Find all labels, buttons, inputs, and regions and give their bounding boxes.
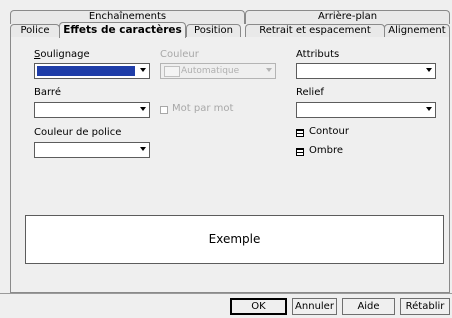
tab-position[interactable]: Position — [186, 24, 241, 37]
preview-text: Exemple — [208, 232, 261, 246]
preview-box: Exemple — [25, 215, 444, 264]
underline-color-value: Automatique — [181, 66, 240, 76]
chevron-down-icon — [140, 107, 146, 111]
tab-arriere-plan[interactable]: Arrière-plan — [245, 10, 450, 24]
font-color-select[interactable] — [34, 142, 150, 158]
relief-label: Relief — [296, 87, 324, 98]
help-button[interactable]: Aide — [342, 298, 395, 315]
underline-selected-value — [37, 66, 135, 76]
bottom-separator — [0, 293, 452, 294]
chevron-down-icon — [426, 107, 432, 111]
tab-alignement[interactable]: Alignement — [384, 24, 450, 37]
shadow-label: Ombre — [309, 145, 344, 156]
strikethrough-label: Barré — [34, 87, 61, 98]
strikethrough-select[interactable] — [34, 102, 150, 118]
chevron-down-icon — [266, 68, 272, 72]
underline-label: Soulignage — [34, 49, 90, 60]
tab-police[interactable]: Police — [10, 24, 60, 37]
relief-select[interactable] — [296, 102, 436, 118]
tab-effets-de-caracteres[interactable]: Effets de caractères — [59, 22, 186, 38]
reset-button[interactable]: Rétablir — [400, 298, 450, 315]
ok-button[interactable]: OK — [230, 298, 287, 315]
tab-retrait-et-espacement[interactable]: Retrait et espacement — [245, 24, 385, 37]
cancel-button[interactable]: Annuler — [292, 298, 337, 315]
word-by-word-label: Mot par mot — [172, 103, 234, 114]
chevron-down-icon — [140, 68, 146, 72]
underline-select[interactable] — [34, 63, 150, 79]
word-by-word-checkbox[interactable] — [160, 106, 168, 114]
contour-checkbox[interactable] — [296, 129, 304, 137]
shadow-checkbox[interactable] — [296, 148, 304, 156]
attributes-label: Attributs — [296, 49, 340, 60]
color-swatch — [164, 66, 180, 77]
underline-color-label: Couleur — [160, 49, 199, 60]
chevron-down-icon — [140, 147, 146, 151]
chevron-down-icon — [426, 68, 432, 72]
attributes-select[interactable] — [296, 63, 436, 79]
font-color-label: Couleur de police — [34, 127, 122, 138]
contour-label: Contour — [309, 126, 349, 137]
underline-color-select[interactable]: Automatique — [160, 63, 276, 79]
